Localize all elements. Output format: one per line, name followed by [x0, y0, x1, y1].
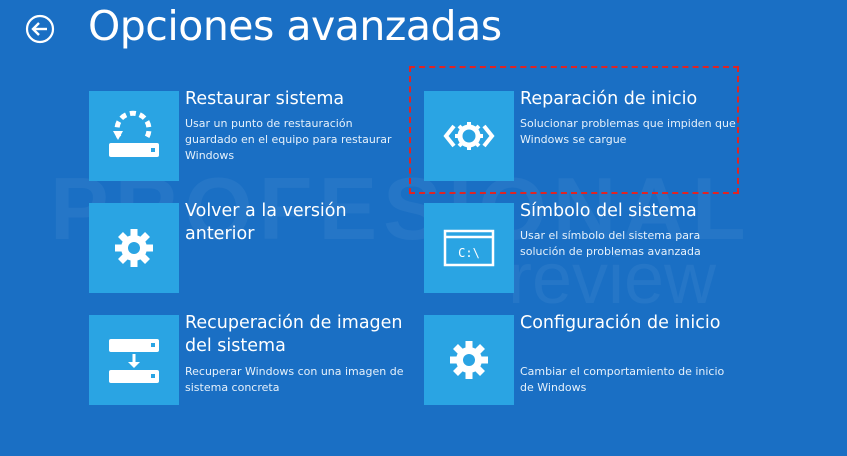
back-arrow-icon: [25, 14, 55, 44]
tile-description: Solucionar problemas que impiden que Win…: [520, 117, 736, 146]
command-prompt-label: C:\: [458, 246, 480, 260]
tile-description: Usar un punto de restauración guardado e…: [185, 117, 392, 162]
back-button[interactable]: [25, 14, 55, 44]
tile-title: Reparación de inicio: [520, 89, 698, 109]
tile-icon-box: [424, 315, 514, 405]
tile-icon-box: C:\: [424, 203, 514, 293]
tile-icon-box: [89, 315, 179, 405]
tile-description: Recuperar Windows con una imagen de sist…: [185, 365, 404, 394]
tile-title: Configuración de inicio: [520, 313, 721, 333]
gear-icon: [115, 229, 153, 267]
tile-title: Volver a la versión anterior: [185, 201, 347, 244]
tile-icon-box: [89, 91, 179, 181]
tile-command-prompt[interactable]: C:\ Símbolo del sistema Usar el símbolo …: [424, 201, 744, 293]
tile-icon-box: [89, 203, 179, 293]
tile-title: Restaurar sistema: [185, 89, 345, 109]
tile-icon-box: [424, 91, 514, 181]
tile-title: Recuperación de imagen del sistema: [185, 313, 403, 356]
tile-startup-settings[interactable]: Configuración de inicio Cambiar el compo…: [424, 313, 744, 405]
startup-repair-icon: [443, 122, 495, 150]
command-prompt-icon: C:\: [443, 229, 495, 267]
tile-title: Símbolo del sistema: [520, 201, 697, 221]
tile-system-image-recovery[interactable]: Recuperación de imagen del sistema Recup…: [89, 313, 409, 405]
page-title: Opciones avanzadas: [88, 2, 502, 50]
tile-description: Usar el símbolo del sistema para solució…: [520, 229, 701, 258]
system-restore-icon: [109, 110, 159, 157]
image-recovery-icon: [109, 339, 159, 383]
gear-icon: [450, 341, 488, 379]
tile-restore-system[interactable]: Restaurar sistema Usar un punto de resta…: [89, 89, 409, 181]
tile-previous-version[interactable]: Volver a la versión anterior: [89, 201, 409, 293]
tile-description: Cambiar el comportamiento de inicio de W…: [520, 365, 725, 394]
tile-startup-repair[interactable]: Reparación de inicio Solucionar problema…: [424, 89, 744, 181]
